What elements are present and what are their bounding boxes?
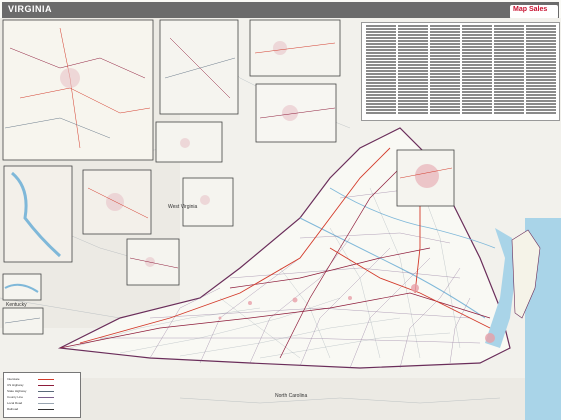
index-column: [366, 25, 396, 115]
map-title: VIRGINIA: [8, 4, 53, 14]
legend-swatch-state-highway: [38, 391, 54, 392]
legend-swatch-county-line: [38, 397, 54, 398]
legend-label: Local Road: [7, 401, 23, 405]
legend-label: US Highway: [7, 383, 24, 387]
index-column: [494, 25, 524, 115]
legend-label: Interstate: [7, 377, 20, 381]
legend-swatch-interstate: [38, 379, 54, 380]
legend-swatch-local-road: [38, 403, 54, 404]
index-column: [398, 25, 428, 115]
map-legend: Interstate US Highway State Highway Coun…: [3, 372, 81, 418]
city-index-table: [361, 22, 560, 121]
legend-label: State Highway: [7, 389, 27, 393]
index-column: [430, 25, 460, 115]
index-column: [526, 25, 556, 115]
title-bar: VIRGINIA Map Sales: [2, 2, 559, 19]
legend-swatch-railroad: [38, 409, 54, 410]
publisher-logo: Map Sales: [510, 5, 558, 19]
legend-label: County Line: [7, 395, 24, 399]
label-north-carolina: North Carolina: [275, 393, 308, 399]
index-column: [462, 25, 492, 115]
logo-text: Map Sales: [513, 6, 548, 13]
label-west-virginia: West Virginia: [168, 204, 198, 210]
legend-swatch-us-highway: [38, 385, 54, 386]
label-kentucky: Kentucky: [6, 302, 27, 308]
legend-label: Railroad: [7, 407, 19, 411]
map-poster: VIRGINIA Map Sales West Virginia North C…: [0, 0, 561, 420]
